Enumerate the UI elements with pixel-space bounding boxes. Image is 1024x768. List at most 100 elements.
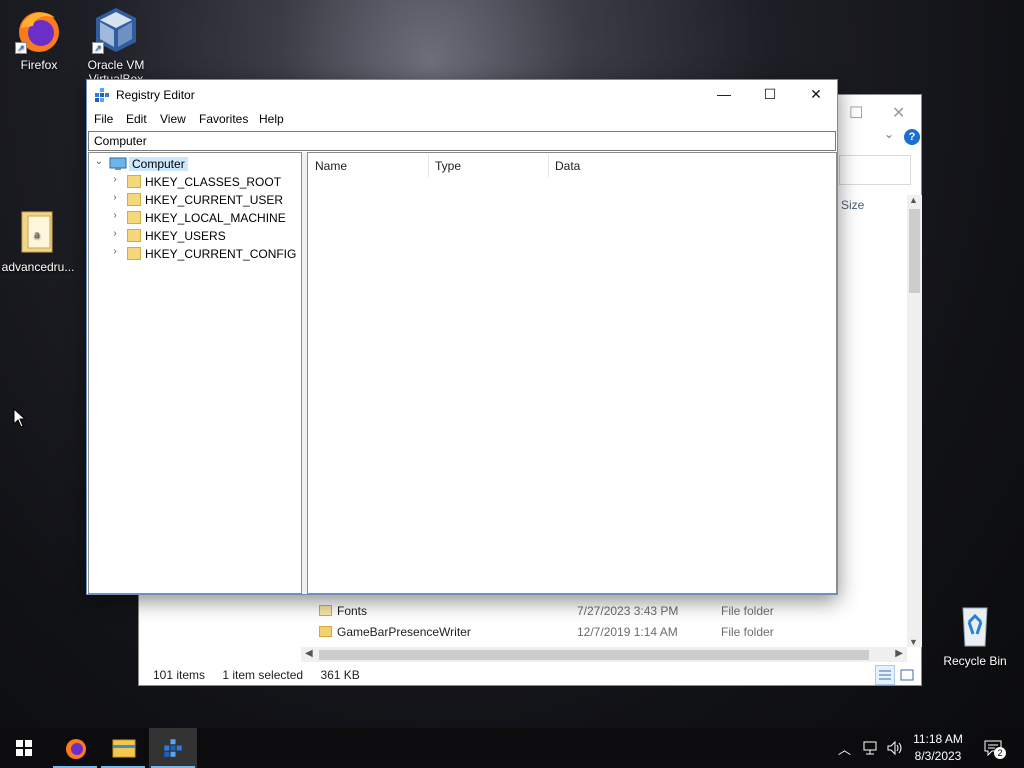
svg-text:a: a [34, 230, 40, 241]
column-header-size[interactable]: Size [841, 198, 864, 212]
desktop-icon-virtualbox[interactable]: ↗ Oracle VM VirtualBox [78, 6, 154, 82]
chevron-down-icon[interactable]: ⌄ [93, 156, 105, 167]
values-list[interactable]: Name Type Data [307, 152, 837, 594]
virtualbox-icon: ↗ [92, 6, 140, 54]
close-button[interactable]: ✕ [793, 80, 839, 110]
firefox-icon [66, 739, 86, 759]
tree-item-label: HKEY_LOCAL_MACHINE [145, 211, 286, 225]
chevron-right-icon[interactable]: › [109, 174, 121, 185]
desktop-icon-advancedrun[interactable]: a advancedru... [0, 208, 76, 274]
file-icon: a [14, 208, 62, 256]
vertical-scrollbar[interactable]: ▲ ▼ [907, 195, 922, 647]
file-explorer-icon [112, 739, 136, 758]
clock-date: 8/3/2023 [914, 749, 962, 763]
taskbar-file-explorer-button[interactable] [99, 728, 147, 768]
taskbar-registry-editor-button[interactable] [149, 728, 197, 768]
column-header-name[interactable]: Name [315, 159, 347, 173]
taskbar-firefox-button[interactable] [51, 728, 99, 768]
chevron-right-icon[interactable]: › [109, 192, 121, 203]
folder-icon [127, 211, 141, 224]
file-name: Fonts [337, 604, 368, 618]
folder-icon [127, 229, 141, 242]
menu-edit[interactable]: Edit [126, 112, 147, 126]
registry-editor-icon [164, 739, 182, 757]
large-icons-view-icon [900, 669, 914, 681]
file-type: File folder [721, 604, 774, 618]
mouse-cursor-icon [13, 408, 25, 428]
volume-icon[interactable] [886, 740, 904, 756]
tree-item-label: HKEY_CURRENT_CONFIG [145, 247, 297, 261]
desktop-icon-label: Firefox [20, 58, 58, 72]
action-center-button[interactable]: 2 [980, 728, 1010, 768]
desktop-icon-label: advancedru... [1, 260, 75, 274]
registry-editor-window[interactable]: Registry Editor — ☐ ✕ File Edit View Fav… [86, 79, 838, 595]
fonts-folder-icon [319, 605, 332, 616]
desktop-icon-recycle-bin[interactable]: Recycle Bin [937, 602, 1013, 668]
computer-icon [109, 157, 127, 170]
file-row[interactable]: GameBarPresenceWriter 12/7/2019 1:14 AM … [315, 622, 875, 643]
firefox-icon: ↗ [15, 6, 63, 54]
large-icons-view-button[interactable] [897, 665, 917, 685]
taskbar-clock[interactable]: 11:18 AM 8/3/2023 [906, 731, 970, 765]
details-view-icon [879, 670, 891, 680]
selection-count: 1 item selected [222, 668, 304, 682]
maximize-icon[interactable]: ☐ [849, 103, 863, 123]
taskbar: ︿ 11:18 AM 8/3/2023 2 [0, 728, 1024, 768]
column-header-type[interactable]: Type [435, 159, 461, 173]
network-icon[interactable] [862, 740, 878, 756]
address-bar[interactable]: Computer [88, 131, 836, 151]
column-divider[interactable] [548, 155, 549, 177]
chevron-right-icon[interactable]: › [109, 246, 121, 257]
file-date: 12/7/2019 1:14 AM [577, 625, 678, 639]
notification-badge: 2 [994, 747, 1006, 759]
scroll-down-icon[interactable]: ▼ [909, 637, 918, 647]
menu-file[interactable]: File [94, 112, 113, 126]
clock-time: 11:18 AM [913, 732, 963, 746]
folder-icon [127, 175, 141, 188]
registry-tree[interactable]: ⌄ Computer › HKEY_CLASSES_ROOT › HKEY_CU… [88, 152, 302, 594]
chevron-right-icon[interactable]: › [109, 210, 121, 221]
folder-icon [127, 193, 141, 206]
scrollbar-thumb[interactable] [909, 209, 920, 293]
horizontal-scrollbar[interactable]: ◀ ▶ [301, 647, 907, 662]
search-input[interactable] [839, 155, 911, 185]
shortcut-arrow-icon: ↗ [92, 42, 104, 54]
file-type: File folder [721, 625, 774, 639]
status-bar: 101 items 1 item selected 361 KB [153, 668, 374, 682]
folder-icon [127, 247, 141, 260]
scroll-up-icon[interactable]: ▲ [909, 195, 918, 205]
scroll-right-icon[interactable]: ▶ [895, 648, 903, 659]
menu-view[interactable]: View [160, 112, 186, 126]
tree-item-label: Computer [129, 157, 188, 171]
tree-item-label: HKEY_USERS [145, 229, 226, 243]
menu-favorites[interactable]: Favorites [199, 112, 248, 126]
maximize-button[interactable]: ☐ [747, 80, 793, 110]
start-button[interactable] [0, 728, 48, 768]
title-bar[interactable]: Registry Editor — ☐ ✕ [87, 80, 837, 110]
minimize-button[interactable]: — [701, 80, 747, 110]
desktop-icon-label: Recycle Bin [943, 654, 1007, 668]
window-title: Registry Editor [116, 88, 195, 102]
folder-icon [319, 626, 332, 637]
close-icon[interactable]: ✕ [892, 103, 905, 123]
shortcut-arrow-icon: ↗ [15, 42, 27, 54]
show-hidden-icons-chevron-up-icon[interactable]: ︿ [838, 739, 851, 768]
column-header-data[interactable]: Data [555, 159, 580, 173]
file-name: GameBarPresenceWriter [337, 625, 471, 639]
chevron-right-icon[interactable]: › [109, 228, 121, 239]
chevron-down-icon[interactable]: ⌄ [884, 127, 894, 141]
tree-item-label: HKEY_CLASSES_ROOT [145, 175, 282, 189]
item-count: 101 items [153, 668, 206, 682]
column-divider[interactable] [428, 155, 429, 177]
menu-bar: File Edit View Favorites Help [87, 110, 837, 130]
file-row[interactable]: Fonts 7/27/2023 3:43 PM File folder [315, 601, 875, 622]
help-icon[interactable]: ? [904, 129, 920, 145]
menu-help[interactable]: Help [259, 112, 284, 126]
details-view-button[interactable] [875, 665, 895, 685]
recycle-bin-icon [951, 602, 999, 650]
start-icon [16, 740, 32, 756]
scroll-left-icon[interactable]: ◀ [305, 648, 313, 659]
registry-editor-icon [95, 88, 109, 102]
desktop-icon-firefox[interactable]: ↗ Firefox [1, 6, 77, 72]
scrollbar-thumb[interactable] [319, 650, 869, 660]
